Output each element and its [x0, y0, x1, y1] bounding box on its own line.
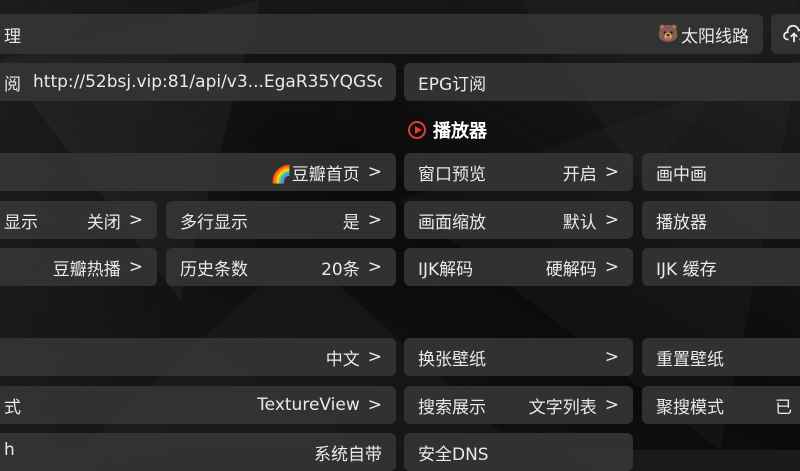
ijk-decode-value: 硬解码 [545, 259, 597, 280]
epg-label: EPG订阅 [418, 74, 487, 95]
history-count-setting[interactable]: 历史条数 20条 > [166, 248, 396, 286]
multiline-value: 是 [342, 212, 360, 233]
chevron-right-icon: > [367, 162, 382, 182]
window-preview-setting[interactable]: 窗口预览 开启 > [404, 153, 633, 191]
chevron-right-icon: > [367, 210, 382, 230]
player-setting[interactable]: 播放器 [642, 201, 800, 239]
chevron-right-icon: > [367, 395, 382, 415]
display-label: 显示 [4, 212, 38, 233]
reset-wallpaper-setting[interactable]: 重置壁纸 [642, 338, 800, 376]
bear-icon: 🐻 [657, 24, 679, 44]
multiline-display-setting[interactable]: 多行显示 是 > [166, 201, 396, 239]
scale-label: 画面缩放 [418, 212, 486, 233]
change-wallpaper-setting[interactable]: 换张壁纸 > [404, 338, 633, 376]
secure-dns-setting[interactable]: 安全DNS [404, 433, 633, 471]
hot-source-value: 豆瓣热播 [52, 259, 121, 280]
section-title-text: 播放器 [433, 121, 487, 142]
partial-label: h [4, 440, 15, 460]
dns-label: 安全DNS [418, 445, 489, 465]
partial-setting[interactable]: h 系统自带 [0, 433, 396, 471]
home-page-value: 🌈豆瓣首页 [270, 164, 360, 185]
aggregate-search-setting[interactable]: 聚搜模式 已 [642, 386, 800, 424]
partial-value: 系统自带 [314, 445, 382, 465]
player-section-title: 播放器 [408, 116, 487, 144]
subscription-label: 阅 [4, 74, 21, 95]
language-value: 中文 [325, 349, 360, 370]
history-value: 20条 [321, 259, 360, 280]
search-display-setting[interactable]: 搜索展示 文字列表 > [404, 386, 633, 424]
ijk-cache-setting[interactable]: IJK 缓存 [642, 248, 800, 286]
chevron-right-icon: > [604, 395, 619, 415]
source-name: 太阳线路 [681, 26, 749, 47]
live-subscription-field[interactable]: 阅 http://52bsj.vip:81/api/v3...EgaR35YQG… [0, 63, 396, 101]
player-label: 播放器 [656, 212, 707, 233]
chevron-right-icon: > [604, 347, 619, 367]
language-setting[interactable]: 中文 > [0, 338, 396, 376]
hot-source-setting[interactable]: 豆瓣热播 > [0, 248, 157, 286]
aggregate-value: 已 [775, 397, 792, 418]
ijk-cache-label: IJK 缓存 [656, 259, 717, 280]
search-display-label: 搜索展示 [418, 397, 486, 418]
render-label: 式 [4, 397, 21, 418]
config-address-field[interactable]: 理 🐻 太阳线路 [0, 14, 763, 54]
source-selector[interactable]: 🐻 太阳线路 [658, 22, 749, 47]
render-value: TextureView [257, 395, 360, 415]
ijk-decode-label: IJK解码 [418, 259, 474, 280]
chevron-right-icon: > [604, 162, 619, 182]
cloud-upload-icon [783, 24, 800, 43]
multiline-label: 多行显示 [180, 212, 248, 233]
search-display-value: 文字列表 [528, 397, 597, 418]
epg-subscription-field[interactable]: EPG订阅 [404, 63, 800, 101]
chevron-right-icon: > [128, 210, 143, 230]
pip-setting[interactable]: 画中画 [642, 153, 800, 191]
history-label: 历史条数 [180, 259, 248, 280]
aggregate-label: 聚搜模式 [656, 397, 724, 418]
chevron-right-icon: > [604, 210, 619, 230]
display-setting[interactable]: 显示 关闭 > [0, 201, 157, 239]
chevron-right-icon: > [128, 257, 143, 277]
chevron-right-icon: > [367, 347, 382, 367]
window-preview-value: 开启 [562, 164, 597, 185]
upload-button[interactable] [771, 14, 800, 54]
reset-wallpaper-label: 重置壁纸 [656, 349, 724, 370]
screen-scale-setting[interactable]: 画面缩放 默认 > [404, 201, 633, 239]
ijk-decode-setting[interactable]: IJK解码 硬解码 > [404, 248, 633, 286]
chevron-right-icon: > [604, 257, 619, 277]
subscription-url: http://52bsj.vip:81/api/v3...EgaR35YQGSo… [33, 72, 382, 92]
chevron-right-icon: > [367, 257, 382, 277]
home-page-setting[interactable]: 🌈豆瓣首页 > [0, 153, 396, 191]
wallpaper-label: 换张壁纸 [418, 349, 486, 370]
scale-value: 默认 [562, 212, 597, 233]
display-value: 关闭 [86, 212, 121, 233]
render-mode-setting[interactable]: 式 TextureView > [0, 386, 396, 424]
play-circle-icon [408, 121, 426, 139]
pip-label: 画中画 [656, 164, 707, 185]
window-preview-label: 窗口预览 [418, 164, 486, 185]
config-address-label: 理 [4, 26, 21, 47]
